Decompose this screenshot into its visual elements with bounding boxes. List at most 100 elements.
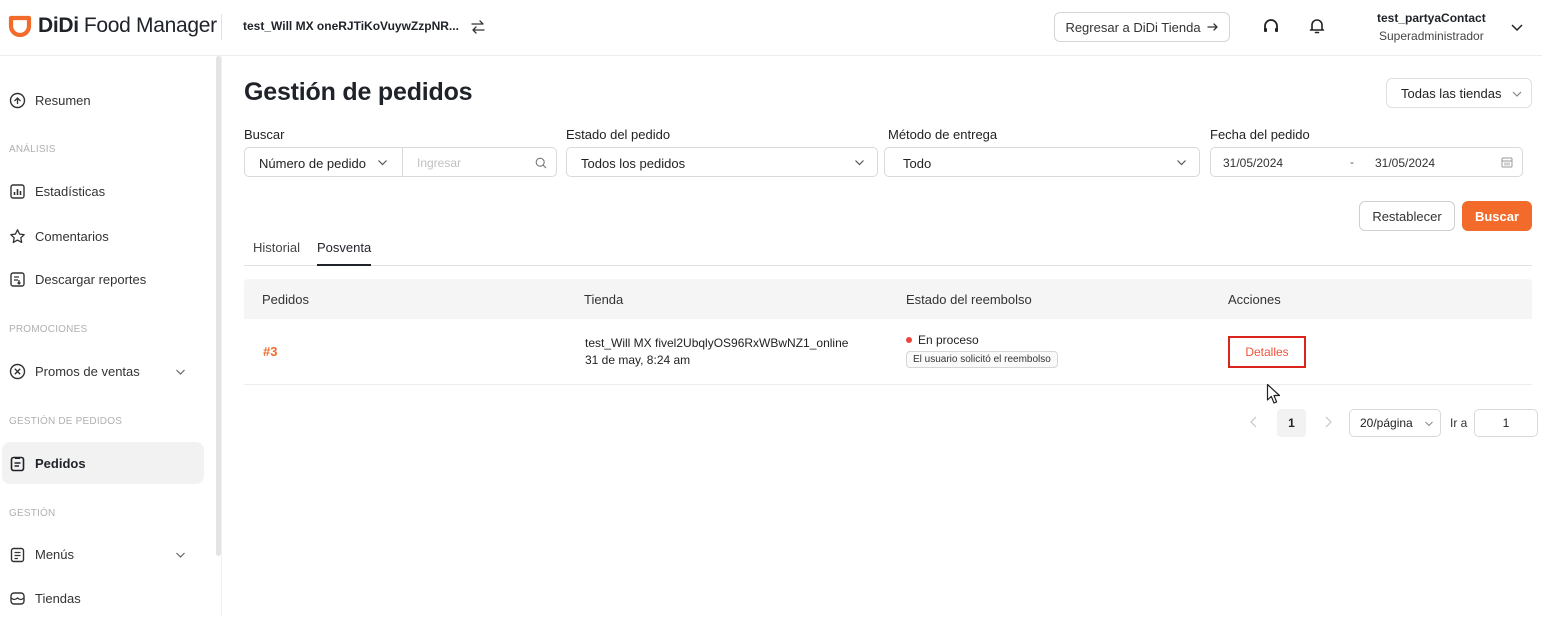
reset-button[interactable]: Restablecer	[1359, 201, 1455, 231]
order-date-label: Fecha del pedido	[1210, 127, 1310, 142]
page-number-current[interactable]: 1	[1277, 409, 1306, 437]
status-badge: El usuario solicitó el reembolso	[906, 351, 1058, 368]
goto-page-input[interactable]	[1474, 409, 1538, 437]
sidebar-item-label: Estadísticas	[35, 183, 106, 199]
sidebar: Resumen ANÁLISIS Estadísticas Comentario…	[0, 56, 222, 617]
logo-brand: DiDi	[38, 14, 79, 37]
sidebar-item-menus[interactable]: Menús	[0, 534, 214, 574]
current-store-name[interactable]: test_Will MX oneRJTiKoVuywZzpNR...	[243, 19, 459, 33]
section-gestion: GESTIÓN	[9, 508, 56, 519]
sidebar-item-promos-de-ventas[interactable]: Promos de ventas	[0, 351, 214, 391]
column-header-acciones: Acciones	[1228, 292, 1281, 307]
goto-page-label: Ir a	[1450, 416, 1468, 430]
page-size-value: 20/página	[1360, 416, 1413, 430]
section-promociones: PROMOCIONES	[9, 324, 88, 335]
star-icon	[10, 228, 25, 243]
promo-icon	[9, 363, 26, 379]
search-type-select[interactable]: Número de pedido	[245, 148, 402, 176]
search-filter-label: Buscar	[244, 127, 285, 142]
divider	[402, 148, 403, 176]
divider	[221, 14, 222, 40]
sidebar-item-label: Pedidos	[35, 455, 86, 471]
app-logo[interactable]: DiDi Food Manager	[8, 12, 217, 40]
store-cell: test_Will MX fivel2UbqlyOS96RxWBwNZ1_onl…	[585, 335, 848, 369]
user-name[interactable]: test_partyaContact	[1377, 11, 1486, 25]
table-row: #3 test_Will MX fivel2UbqlyOS96RxWBwNZ1_…	[244, 319, 1532, 385]
sidebar-item-comentarios[interactable]: Comentarios	[0, 216, 214, 256]
sidebar-item-label: Comentarios	[35, 228, 109, 244]
calendar-icon	[1501, 157, 1513, 168]
sidebar-scrollbar[interactable]	[216, 56, 221, 556]
page-title: Gestión de pedidos	[244, 78, 473, 106]
delivery-method-value: Todo	[903, 156, 932, 171]
tabs: Historial Posventa	[244, 232, 1532, 266]
headset-support-icon[interactable]	[1262, 18, 1280, 36]
chevron-down-icon	[1177, 160, 1186, 166]
chevron-down-icon	[855, 160, 864, 166]
tab-posventa[interactable]: Posventa	[317, 240, 372, 266]
swap-store-icon[interactable]	[470, 19, 486, 35]
arrow-right-icon	[1206, 23, 1218, 31]
user-role: Superadministrador	[1379, 29, 1484, 43]
section-analisis: ANÁLISIS	[9, 144, 56, 155]
store-filter-select[interactable]: Todas las tiendas	[1386, 78, 1532, 108]
table-header: Pedidos Tienda Estado del reembolso Acci…	[244, 279, 1532, 319]
order-date-range-picker[interactable]: 31/05/2024 - 31/05/2024	[1210, 147, 1523, 177]
chevron-down-icon[interactable]	[1509, 19, 1525, 35]
order-status-label: Estado del pedido	[566, 127, 671, 142]
back-button-label: Regresar a DiDi Tienda	[1065, 19, 1201, 35]
refund-status-cell: En proceso El usuario solicitó el reembo…	[906, 333, 1058, 368]
sidebar-item-descargar-reportes[interactable]: Descargar reportes	[0, 259, 214, 299]
sidebar-item-label: Descargar reportes	[35, 271, 147, 287]
date-separator: -	[1350, 155, 1354, 169]
order-status-select[interactable]: Todos los pedidos	[566, 147, 878, 177]
section-gestion-de-pedidos: GESTIÓN DE PEDIDOS	[9, 416, 123, 427]
sidebar-item-tiendas[interactable]: Tiendas	[0, 578, 214, 617]
refund-status-text: En proceso	[918, 333, 979, 347]
sidebar-item-label: Menús	[35, 546, 75, 562]
date-from[interactable]: 31/05/2024	[1223, 156, 1283, 170]
delivery-method-label: Método de entrega	[888, 127, 998, 142]
column-header-tienda: Tienda	[584, 292, 624, 307]
order-id-link[interactable]: #3	[263, 344, 277, 359]
row-order-date: 31 de may, 8:24 am	[585, 353, 691, 367]
mouse-cursor-icon	[1266, 383, 1281, 404]
row-store-name: test_Will MX fivel2UbqlyOS96RxWBwNZ1_onl…	[585, 336, 849, 350]
search-input[interactable]: Ingresar	[417, 156, 461, 170]
search-filter: Número de pedido Ingresar	[244, 147, 557, 177]
column-header-estado-reembolso: Estado del reembolso	[906, 292, 1032, 307]
clipboard-icon	[10, 456, 25, 471]
refund-status: En proceso	[906, 333, 1058, 347]
top-bar: DiDi Food Manager test_Will MX oneRJTiKo…	[0, 0, 1542, 56]
chevron-down-icon	[1512, 91, 1522, 97]
menu-icon	[10, 547, 25, 562]
details-link[interactable]: Detalles	[1228, 336, 1306, 368]
report-icon	[10, 271, 25, 287]
previous-page-icon[interactable]	[1248, 415, 1260, 429]
sidebar-item-resumen[interactable]: Resumen	[0, 80, 214, 120]
delivery-method-select[interactable]: Todo	[884, 147, 1200, 177]
next-page-icon[interactable]	[1322, 415, 1334, 429]
back-to-didi-store-button[interactable]: Regresar a DiDi Tienda	[1054, 12, 1230, 42]
column-header-pedidos: Pedidos	[262, 292, 309, 307]
bell-icon[interactable]	[1308, 17, 1326, 35]
chart-icon	[10, 183, 25, 199]
didi-logo-icon	[8, 15, 32, 37]
chevron-down-icon	[1425, 421, 1433, 427]
logo-product: Food Manager	[83, 14, 217, 37]
date-to[interactable]: 31/05/2024	[1375, 156, 1435, 170]
chevron-down-icon	[176, 369, 185, 375]
sidebar-item-pedidos[interactable]: Pedidos	[2, 442, 204, 484]
sidebar-item-estadisticas[interactable]: Estadísticas	[0, 171, 214, 211]
search-icon[interactable]	[535, 157, 547, 169]
status-dot	[906, 337, 912, 343]
chevron-down-icon	[378, 160, 387, 166]
order-status-value: Todos los pedidos	[581, 156, 686, 171]
tab-historial[interactable]: Historial	[253, 240, 300, 266]
sidebar-item-label: Resumen	[35, 92, 91, 108]
page-size-select[interactable]: 20/página	[1349, 409, 1441, 437]
home-icon	[9, 92, 26, 108]
search-button[interactable]: Buscar	[1462, 201, 1532, 231]
sidebar-item-label: Promos de ventas	[35, 363, 140, 379]
search-type-value: Número de pedido	[259, 156, 366, 171]
